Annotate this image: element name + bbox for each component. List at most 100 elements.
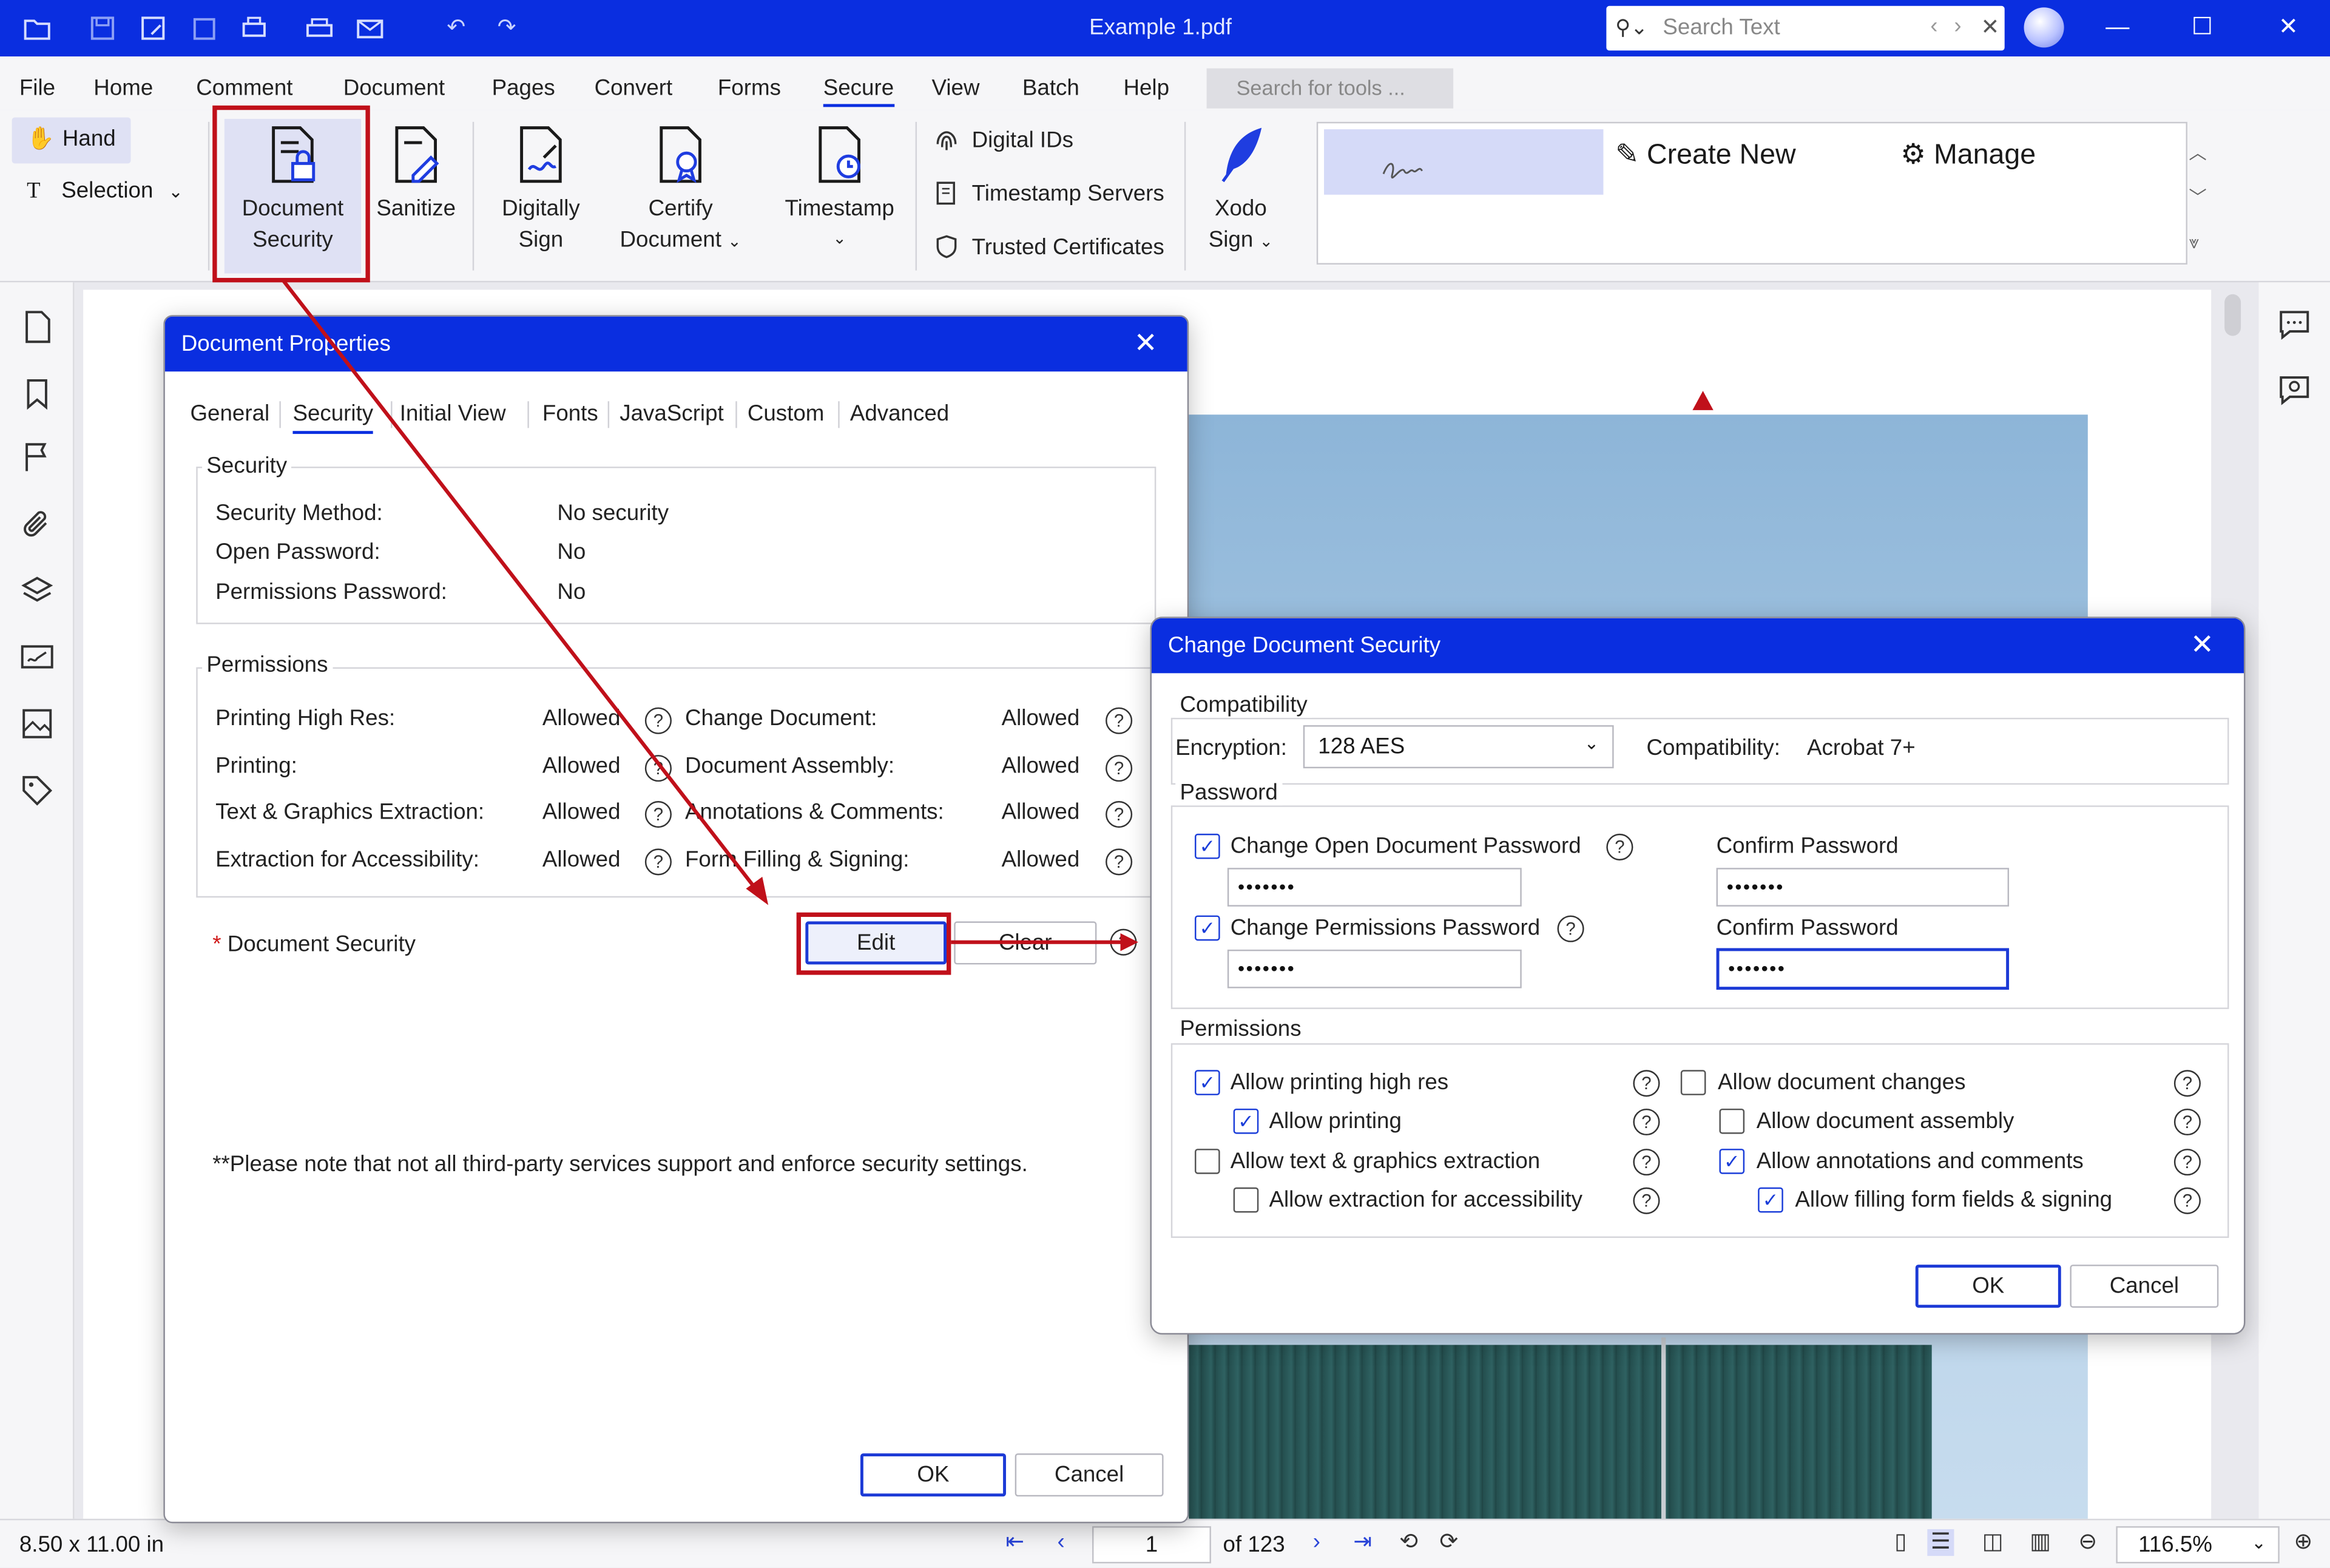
previous-page-icon[interactable]: ‹	[1048, 1529, 1075, 1556]
help-icon[interactable]: ?	[2173, 1108, 2201, 1136]
xodo-sign-button[interactable]: Xodo Sign ⌄	[1198, 125, 1284, 259]
maximize-icon[interactable]: ☐	[2180, 9, 2224, 48]
help-icon[interactable]: ?	[1633, 1149, 1660, 1176]
search-close-icon[interactable]: ✕	[1981, 13, 2000, 40]
page-thumbnails-icon[interactable]	[19, 309, 55, 345]
signature-scroll[interactable]: ︿ ﹀ ⩔	[2189, 131, 2206, 265]
help-icon[interactable]: ?	[1606, 833, 1633, 860]
avatar[interactable]	[2024, 7, 2064, 48]
zoom-out-icon[interactable]: ⊖	[2075, 1529, 2101, 1556]
help-icon[interactable]: ?	[644, 801, 672, 828]
tool-search-input[interactable]: Search for tools ...	[1206, 68, 1454, 109]
help-icon[interactable]: ?	[1106, 848, 1133, 876]
chevron-up-icon[interactable]: ︿	[2189, 131, 2206, 175]
scan-icon[interactable]	[303, 12, 336, 45]
vertical-scrollbar[interactable]	[2224, 294, 2241, 336]
clear-button[interactable]: Clear	[954, 921, 1097, 965]
help-icon[interactable]: ?	[1633, 1108, 1660, 1136]
hand-tool-button[interactable]: ✋ Hand	[12, 117, 131, 164]
menu-comment[interactable]: Comment	[196, 76, 292, 101]
help-icon[interactable]: ?	[2173, 1070, 2201, 1097]
sanitize-button[interactable]: Sanitize	[371, 125, 461, 225]
open-file-icon[interactable]	[21, 12, 53, 45]
print-icon[interactable]	[238, 12, 271, 45]
confirm-open-password-field[interactable]: •••••••	[1716, 868, 2010, 907]
help-icon[interactable]: ?	[1633, 1070, 1660, 1097]
signature-thumbnail[interactable]	[1324, 129, 1604, 195]
search-prev-icon[interactable]: ‹	[1930, 13, 1937, 39]
next-view-icon[interactable]: ⟳	[1436, 1529, 1462, 1556]
permissions-password-field[interactable]: •••••••	[1227, 949, 1522, 988]
email-icon[interactable]	[354, 12, 387, 45]
tab-fonts[interactable]: Fonts	[542, 401, 598, 427]
tab-custom[interactable]: Custom	[748, 401, 825, 427]
attachment-icon[interactable]	[19, 507, 55, 542]
menu-secure[interactable]: Secure	[823, 76, 894, 107]
help-icon[interactable]: ?	[1106, 801, 1133, 828]
menu-forms[interactable]: Forms	[718, 76, 781, 101]
close-window-icon[interactable]: ✕	[2266, 9, 2311, 48]
open-password-field[interactable]: •••••••	[1227, 868, 1522, 907]
allow-document-changes-checkbox[interactable]	[1680, 1070, 1706, 1095]
help-icon[interactable]: ?	[1557, 915, 1584, 942]
search-text-box[interactable]: ⚲⌄ Search Text ‹ › ✕	[1606, 5, 2005, 51]
help-icon[interactable]: ?	[1633, 1187, 1660, 1214]
allow-annotations-checkbox[interactable]: ✓	[1719, 1149, 1745, 1174]
menu-convert[interactable]: Convert	[595, 76, 673, 101]
allow-printing-high-res-checkbox[interactable]: ✓	[1194, 1070, 1220, 1095]
certify-document-button[interactable]: Certify Document ⌄	[609, 125, 752, 259]
help-icon[interactable]: ?	[2173, 1187, 2201, 1214]
tab-general[interactable]: General	[190, 401, 269, 427]
layers-icon[interactable]	[19, 572, 55, 608]
image-icon[interactable]	[19, 706, 55, 742]
continuous-page-icon[interactable]: ☰	[1927, 1529, 1954, 1556]
help-icon[interactable]: ?	[1106, 755, 1133, 782]
ai-chat-icon[interactable]	[2277, 371, 2312, 414]
help-icon[interactable]: ?	[2173, 1149, 2201, 1176]
menu-help[interactable]: Help	[1123, 76, 1169, 101]
help-icon[interactable]: ?	[644, 707, 672, 734]
redo-icon[interactable]: ↷	[490, 12, 523, 45]
menu-document[interactable]: Document	[343, 76, 445, 101]
selection-tool-button[interactable]: T Selection ⌄	[27, 178, 183, 205]
first-page-icon[interactable]: ⇤	[1002, 1529, 1028, 1556]
close-icon[interactable]: ✕	[1128, 327, 1164, 363]
single-page-icon[interactable]: ▯	[1887, 1529, 1914, 1556]
confirm-permissions-password-field[interactable]: •••••••	[1716, 948, 2010, 990]
save-icon[interactable]	[86, 12, 119, 45]
tab-advanced[interactable]: Advanced	[850, 401, 949, 427]
menu-pages[interactable]: Pages	[492, 76, 555, 101]
two-page-icon[interactable]: ◫	[1979, 1529, 2006, 1556]
digital-ids-button[interactable]: Digital IDs	[933, 126, 1073, 153]
flag-icon[interactable]	[19, 440, 55, 476]
previous-view-icon[interactable]: ⟲	[1396, 1529, 1422, 1556]
menu-view[interactable]: View	[932, 76, 980, 101]
ok-button[interactable]: OK	[860, 1453, 1006, 1497]
tab-initial-view[interactable]: Initial View	[400, 401, 506, 427]
undo-icon[interactable]: ↶	[440, 12, 473, 45]
search-input[interactable]: Search Text	[1663, 15, 1780, 40]
ok-button[interactable]: OK	[1915, 1265, 2061, 1308]
timestamp-servers-button[interactable]: Timestamp Servers	[933, 180, 1164, 206]
two-page-continuous-icon[interactable]: ▥	[2027, 1529, 2053, 1556]
allow-printing-checkbox[interactable]: ✓	[1233, 1108, 1259, 1134]
digitally-sign-button[interactable]: Digitally Sign	[484, 125, 597, 256]
allow-document-assembly-checkbox[interactable]	[1719, 1108, 1745, 1134]
allow-accessibility-checkbox[interactable]	[1233, 1187, 1259, 1213]
change-permissions-password-checkbox[interactable]: ✓	[1194, 915, 1220, 941]
allow-form-filling-checkbox[interactable]: ✓	[1758, 1187, 1783, 1213]
encryption-select[interactable]: 128 AES ⌄	[1303, 725, 1614, 769]
create-new-button[interactable]: ✎ Create New	[1615, 138, 1796, 172]
signature-panel-icon[interactable]	[19, 639, 55, 675]
tab-javascript[interactable]: JavaScript	[620, 401, 724, 427]
tag-icon[interactable]	[19, 772, 55, 808]
cancel-button[interactable]: Cancel	[1015, 1453, 1164, 1497]
help-icon[interactable]: ?	[644, 848, 672, 876]
comment-icon[interactable]	[2277, 306, 2312, 349]
help-icon[interactable]: ?	[644, 755, 672, 782]
search-next-icon[interactable]: ›	[1954, 13, 1961, 39]
save-all-icon[interactable]	[187, 12, 220, 45]
timestamp-button[interactable]: Timestamp ⌄	[775, 125, 903, 256]
tab-security[interactable]: Security	[292, 401, 374, 434]
zoom-in-icon[interactable]: ⊕	[2290, 1529, 2317, 1556]
